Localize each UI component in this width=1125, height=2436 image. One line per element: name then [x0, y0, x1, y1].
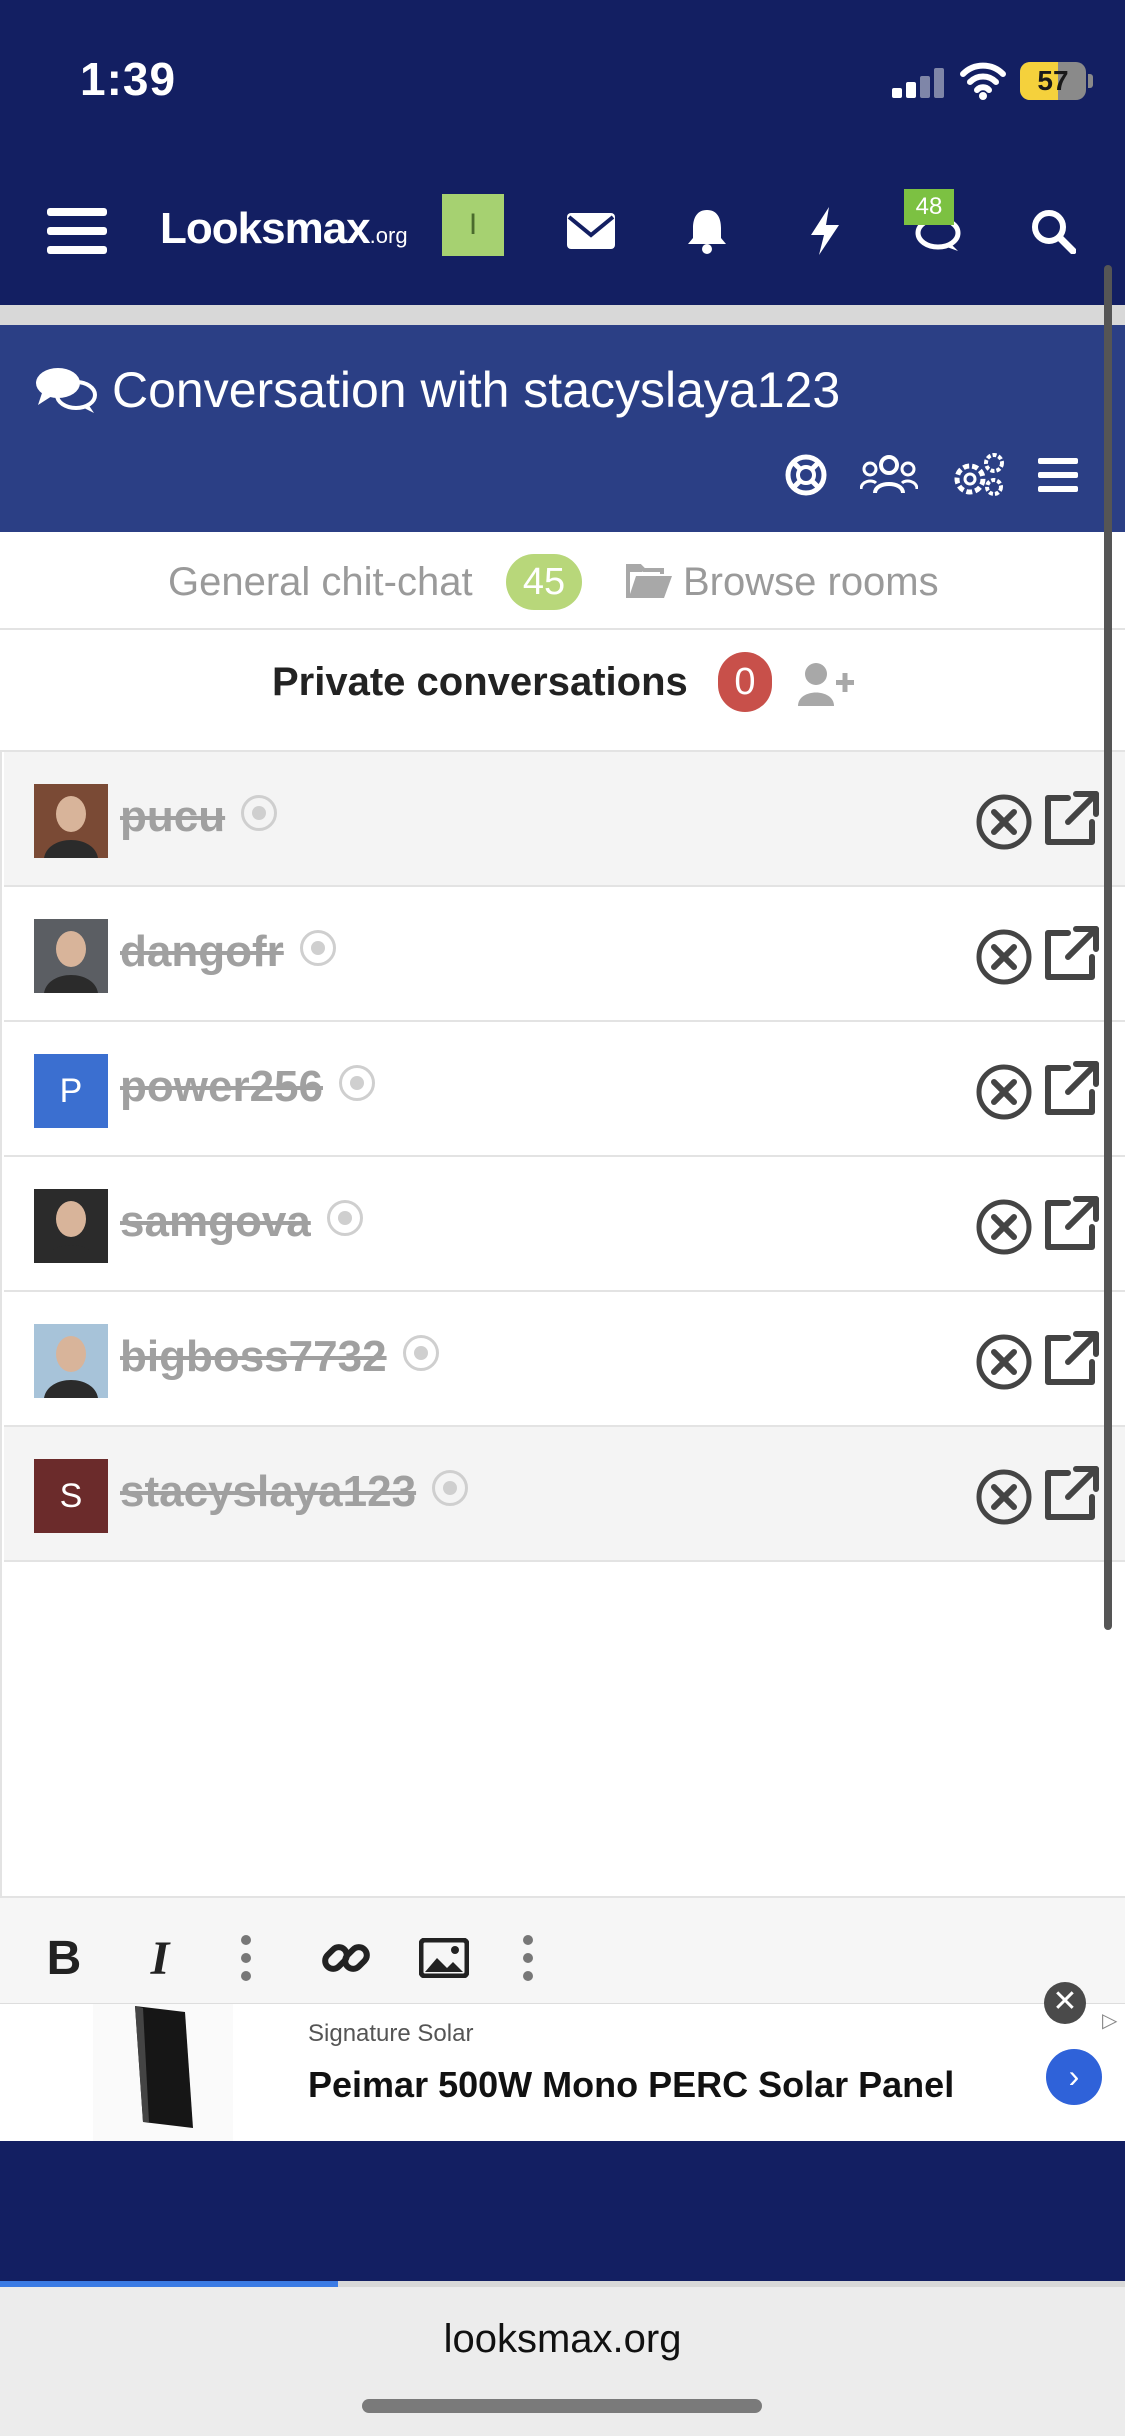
ad-brand: Signature Solar	[308, 2020, 474, 2047]
open-external-icon[interactable]	[1040, 923, 1102, 985]
battery-nub	[1088, 74, 1093, 88]
close-conversation-icon[interactable]	[974, 1332, 1034, 1392]
close-conversation-icon[interactable]	[974, 1467, 1034, 1527]
add-user-icon[interactable]	[796, 660, 856, 708]
ad-title[interactable]: Peimar 500W Mono PERC Solar Panel	[308, 2064, 954, 2106]
online-status-icon	[432, 1470, 469, 1507]
more-options-icon[interactable]	[218, 1928, 274, 1988]
conversation-user-name[interactable]: power256	[120, 1062, 375, 1112]
image-icon[interactable]	[416, 1928, 472, 1988]
comments-icon	[34, 365, 98, 415]
more-tools-icon[interactable]	[500, 1928, 556, 1988]
room-tabs: General chit-chat 45 Browse rooms	[0, 532, 1125, 630]
online-status-icon	[326, 1200, 363, 1237]
header-menu-icon[interactable]	[1028, 445, 1088, 505]
bell-icon[interactable]	[672, 196, 742, 266]
conversation-header: Conversation with stacyslaya123	[0, 325, 1125, 532]
avatar[interactable]	[34, 919, 108, 993]
wifi-icon	[960, 62, 1006, 100]
conversation-user-name-text: dangofr	[120, 927, 284, 976]
conversation-row[interactable]: samgova	[4, 1157, 1125, 1292]
logo-text: Looksmax	[160, 204, 371, 253]
online-status-icon	[241, 795, 278, 832]
open-external-icon[interactable]	[1040, 1193, 1102, 1255]
menu-icon[interactable]	[42, 196, 112, 266]
home-indicator[interactable]	[362, 2399, 762, 2413]
conversation-user-name-text: bigboss7732	[120, 1332, 387, 1381]
url-text[interactable]: looksmax.org	[0, 2317, 1125, 2362]
conversation-user-name-text: power256	[120, 1062, 323, 1111]
battery-level-text: 57	[1037, 65, 1069, 96]
online-status-icon	[338, 1065, 375, 1102]
folder-open-icon[interactable]	[624, 562, 674, 602]
conversation-row[interactable]: dangofr	[4, 887, 1125, 1022]
chat-count-badge: 48	[904, 189, 954, 225]
avatar[interactable]: S	[34, 1459, 108, 1533]
ad-open-button[interactable]: ›	[1046, 2049, 1102, 2105]
conversation-user-name[interactable]: pucu	[120, 792, 278, 842]
private-count-badge: 0	[718, 652, 772, 712]
conversation-user-name-text: stacyslaya123	[120, 1467, 417, 1516]
editor-toolbar: B I	[0, 1898, 1125, 2003]
avatar[interactable]: P	[34, 1054, 108, 1128]
tab-browse-rooms[interactable]: Browse rooms	[683, 560, 939, 605]
lifebuoy-icon[interactable]	[776, 445, 836, 505]
battery-indicator: 57	[1020, 62, 1086, 100]
header-divider	[0, 305, 1125, 325]
conversation-user-name-text: pucu	[120, 792, 226, 841]
bold-button[interactable]: B	[36, 1928, 92, 1988]
conversation-list: pucu dangofr Ppower256 samgova bigboss7732 Ss…	[0, 752, 1125, 1898]
conversation-user-name[interactable]: samgova	[120, 1197, 363, 1247]
open-external-icon[interactable]	[1040, 1463, 1102, 1525]
private-conversations-label[interactable]: Private conversations	[272, 660, 688, 705]
avatar[interactable]	[34, 1189, 108, 1263]
open-external-icon[interactable]	[1040, 788, 1102, 850]
avatar[interactable]	[34, 784, 108, 858]
conversation-row[interactable]: bigboss7732	[4, 1292, 1125, 1427]
general-count-badge: 45	[506, 554, 582, 610]
conversation-row[interactable]: Sstacyslaya123	[4, 1427, 1125, 1562]
ad-banner[interactable]: Signature Solar Peimar 500W Mono PERC So…	[0, 1982, 1125, 2142]
link-icon[interactable]	[318, 1928, 374, 1988]
users-icon[interactable]	[859, 445, 919, 505]
search-icon[interactable]	[1018, 196, 1088, 266]
browser-url-bar[interactable]: looksmax.org	[0, 2287, 1125, 2436]
conversation-row[interactable]: Ppower256	[4, 1022, 1125, 1157]
status-time: 1:39	[80, 53, 177, 105]
lightning-icon[interactable]	[790, 196, 860, 266]
settings-icon[interactable]	[948, 445, 1008, 505]
logo-suffix: .org	[369, 223, 408, 248]
private-conversations-header: Private conversations 0	[0, 630, 1125, 752]
tab-general-chit-chat[interactable]: General chit-chat	[168, 560, 473, 605]
close-conversation-icon[interactable]	[974, 1062, 1034, 1122]
ad-choices-icon[interactable]: ▷	[1102, 2008, 1117, 2033]
user-avatar-tile[interactable]: I	[442, 194, 504, 256]
close-conversation-icon[interactable]	[974, 792, 1034, 852]
site-logo[interactable]: Looksmax.org	[160, 204, 408, 254]
conversation-user-name[interactable]: dangofr	[120, 927, 336, 977]
page-footer-area	[0, 2141, 1125, 2281]
close-conversation-icon[interactable]	[974, 927, 1034, 987]
conversation-user-name-text: samgova	[120, 1197, 311, 1246]
conversation-title: Conversation with stacyslaya123	[112, 362, 841, 418]
cellular-signal-icon	[892, 68, 948, 98]
open-external-icon[interactable]	[1040, 1328, 1102, 1390]
avatar[interactable]	[34, 1324, 108, 1398]
close-conversation-icon[interactable]	[974, 1197, 1034, 1257]
status-bar: 1:39 57	[0, 0, 1125, 160]
italic-button[interactable]: I	[132, 1928, 188, 1988]
ad-product-image[interactable]	[93, 2004, 233, 2142]
online-status-icon	[402, 1335, 439, 1372]
envelope-icon[interactable]	[556, 196, 626, 266]
conversation-row[interactable]: pucu	[4, 752, 1125, 887]
conversation-user-name[interactable]: stacyslaya123	[120, 1467, 469, 1517]
online-status-icon	[299, 930, 336, 967]
page-scrollbar[interactable]	[1104, 265, 1112, 1630]
conversation-user-name[interactable]: bigboss7732	[120, 1332, 439, 1382]
ad-close-button[interactable]: ✕	[1044, 1982, 1086, 2024]
open-external-icon[interactable]	[1040, 1058, 1102, 1120]
top-nav: Looksmax.org I 48	[0, 160, 1125, 305]
